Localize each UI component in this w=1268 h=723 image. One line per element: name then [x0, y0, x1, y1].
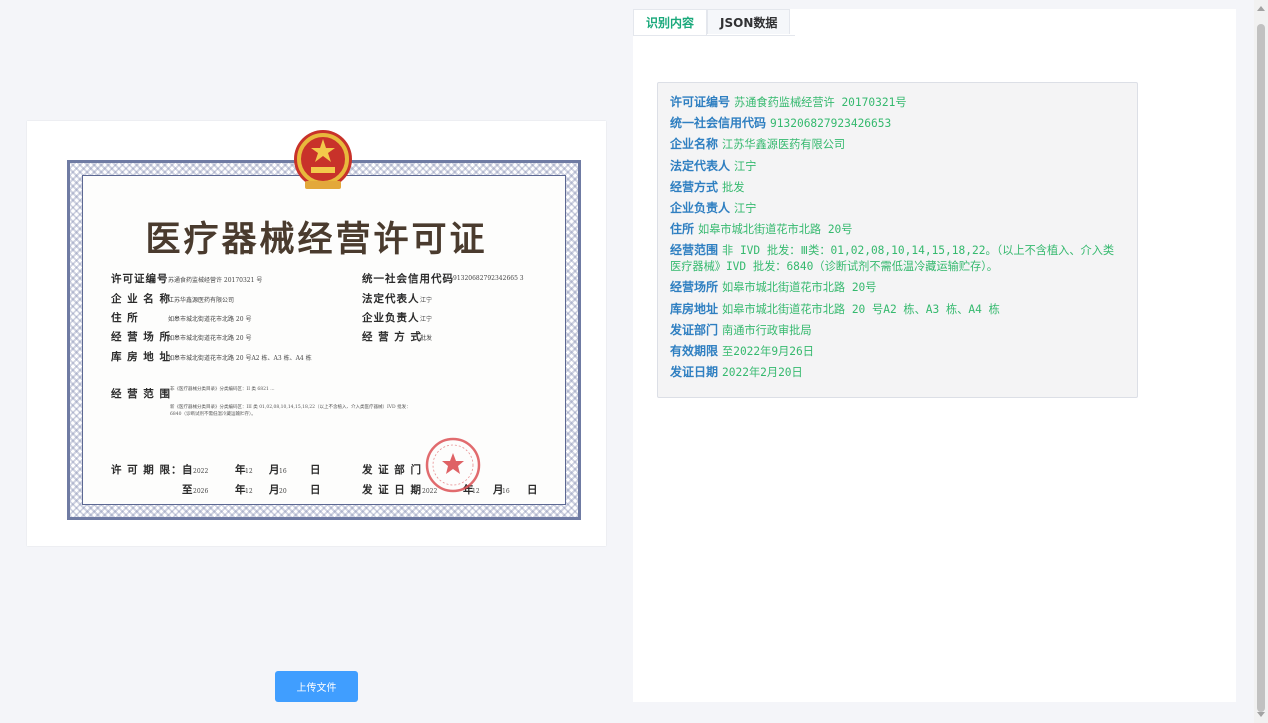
cert-label-mode: 经 营 方 式 [362, 331, 422, 343]
page-scrollbar[interactable] [1254, 0, 1268, 723]
result-key: 发证部门 [670, 322, 719, 337]
result-value: 913206827923426653 [770, 117, 892, 131]
result-row: 发证日期 2022年2月20日 [670, 362, 1125, 383]
tab-recognized-content[interactable]: 识别内容 [633, 9, 708, 35]
result-value: 苏通食药监械经营许 20170321号 [734, 96, 907, 109]
official-seal-icon [425, 437, 481, 493]
cert-value-scope-line3: 6840（诊断试剂不需低温冷藏运输贮存）。 [170, 412, 256, 417]
result-value: 江宁 [734, 202, 757, 216]
scroll-up-icon[interactable] [1257, 6, 1265, 11]
result-value: 如皋市城北街道花市北路 20号 [698, 223, 853, 237]
result-row: 经营场所 如皋市城北街道花市北路 20号 [670, 277, 1125, 298]
cert-label-warehouse: 库 房 地 址 [111, 351, 171, 363]
cert-value-company: 江苏华鑫源医药有限公司 [168, 297, 235, 304]
result-row: 住所 如皋市城北街道花市北路 20号 [670, 219, 1125, 240]
result-key: 法定代表人 [670, 158, 731, 173]
result-row: 许可证编号 苏通食药监械经营许 20170321号 [670, 92, 1125, 113]
certificate-title: 医疗器械经营许可证 [145, 219, 488, 260]
result-value: 江宁 [734, 159, 757, 173]
result-value: 南通市行政审批局 [722, 323, 812, 337]
result-row: 经营方式 批发 [670, 177, 1125, 198]
result-value: 江苏华鑫源医药有限公司 [722, 138, 846, 152]
certificate-image: 医疗器械经营许可证 许可证编号 苏通食药监械经营许 20170321 号 统一社… [27, 121, 606, 546]
cert-label-authority: 发 证 部 门 [362, 464, 422, 476]
result-key: 企业负责人 [670, 201, 731, 216]
cert-value-legal-rep: 江宁 [420, 297, 433, 304]
result-value: 2022年2月20日 [722, 366, 803, 380]
result-key: 统一社会信用代码 [670, 116, 767, 131]
result-row: 库房地址 如皋市城北街道花市北路 20 号A2 栋、A3 栋、A4 栋 [670, 299, 1125, 320]
scroll-down-icon[interactable] [1257, 712, 1265, 717]
cert-to-month: 12 [245, 488, 253, 495]
result-value: 如皋市城北街道花市北路 20 号A2 栋、A3 栋、A4 栋 [722, 302, 1000, 316]
cert-label-scope: 经 营 范 围 [111, 388, 171, 400]
result-row: 发证部门 南通市行政审批局 [670, 320, 1125, 341]
result-row: 有效期限 至2022年9月26日 [670, 341, 1125, 362]
recognition-result-box: 许可证编号 苏通食药监械经营许 20170321号 统一社会信用代码 9132068… [657, 82, 1138, 398]
cert-to-year: 2026 [193, 488, 209, 495]
result-row: 法定代表人 江宁 [670, 156, 1125, 177]
result-key: 发证日期 [670, 365, 719, 380]
cert-label-premises: 经 营 场 所 [111, 331, 171, 343]
cert-value-premises: 如皋市城北街道花市北路 20 号 [168, 335, 252, 342]
cert-value-residence: 如皋市城北街道花市北路 20 号 [168, 316, 252, 323]
cert-ri-2: 日 [310, 484, 322, 496]
result-key: 许可证编号 [670, 95, 731, 109]
cert-label-principal: 企业负责人 [362, 312, 420, 324]
result-row: 经营范围非 IVD 批发：Ⅲ类：01,02,08,10,14,15,18,22。… [670, 240, 1125, 277]
cert-ri-3: 日 [527, 484, 539, 496]
result-value: 如皋市城北街道花市北路 20号 [722, 281, 877, 295]
cert-value-principal: 江宁 [420, 316, 433, 323]
cert-validity-from: 自 [182, 464, 194, 476]
result-key: 企业名称 [670, 137, 719, 152]
cert-label-credit-code: 统一社会信用代码 [362, 273, 454, 285]
result-key: 有效期限 [670, 344, 719, 359]
result-key: 经营场所 [670, 280, 719, 295]
cert-label-license-no: 许可证编号 [111, 273, 169, 285]
cert-from-day: 16 [279, 468, 287, 475]
result-row: 企业名称 江苏华鑫源医药有限公司 [670, 134, 1125, 155]
cert-value-scope-line2: 新《医疗器械分类目录》分类编码区：III 类 01,02,08,10,14,15… [170, 405, 411, 410]
cert-validity-to: 至 [182, 484, 194, 496]
cert-ri-1: 日 [310, 464, 322, 476]
cert-label-residence: 住 所 [111, 312, 139, 324]
cert-from-year: 2022 [193, 468, 209, 475]
result-key: 经营范围 [670, 243, 719, 258]
result-key: 库房地址 [670, 301, 719, 316]
result-value: 批发 [722, 180, 745, 194]
cert-issue-day: 16 [502, 488, 510, 495]
national-emblem-icon [294, 130, 352, 189]
scrollbar-thumb[interactable] [1257, 24, 1265, 712]
result-value: 至2022年9月26日 [722, 345, 814, 359]
cert-from-month: 12 [245, 468, 253, 475]
result-panel: 识别内容 JSON数据 许可证编号 苏通食药监械经营许 20170321号 统一社… [633, 9, 1236, 702]
cert-value-warehouse: 如皋市城北街道花市北路 20 号A2 栋、A3 栋、A4 栋 [168, 355, 312, 362]
cert-value-license-no: 苏通食药监械经营许 20170321 号 [168, 277, 263, 284]
result-key: 经营方式 [670, 179, 719, 194]
cert-value-mode: 批发 [420, 335, 433, 342]
cert-label-company: 企 业 名 称 [111, 293, 171, 305]
result-value: 非 IVD 批发：Ⅲ类：01,02,08,10,14,15,18,22。（以上不… [670, 244, 1115, 273]
cert-value-scope-line1: 非《医疗器械分类目录》分类编码区：II 类 6821 ... [170, 387, 275, 392]
cert-label-legal-rep: 法定代表人 [362, 293, 420, 305]
cert-label-validity: 许 可 期 限： [111, 464, 183, 476]
result-row: 企业负责人 江宁 [670, 198, 1125, 219]
upload-file-button[interactable]: 上传文件 [275, 671, 358, 702]
cert-value-credit-code: 91320682792342665 3 [453, 275, 524, 282]
result-row: 统一社会信用代码 913206827923426653 [670, 113, 1125, 134]
cert-label-issue-date: 发 证 日 期 [362, 484, 422, 496]
result-key: 住所 [670, 222, 695, 237]
tab-json-data[interactable]: JSON数据 [707, 9, 791, 34]
cert-to-day: 20 [279, 488, 287, 495]
result-tabs: 识别内容 JSON数据 [633, 9, 795, 36]
